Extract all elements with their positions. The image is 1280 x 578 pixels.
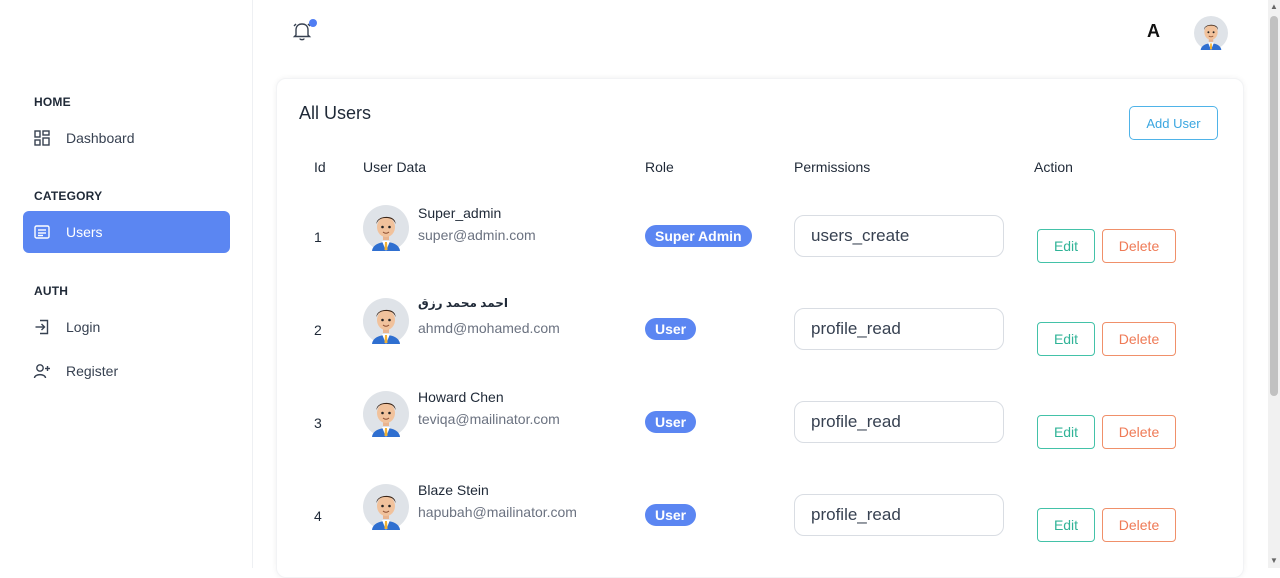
user-name: Blaze Stein (418, 482, 489, 498)
notification-dot (309, 19, 317, 27)
section-title-category: CATEGORY (34, 189, 103, 203)
sidebar-item-label: Users (66, 224, 103, 240)
user-email: teviqa@mailinator.com (418, 411, 560, 427)
page-title: All Users (299, 103, 372, 123)
avatar (363, 298, 409, 344)
sidebar-item-label: Dashboard (66, 130, 135, 146)
role-badge: User (645, 318, 697, 340)
header-role: Role (645, 159, 674, 175)
header-permissions: Permissions (794, 159, 871, 175)
avatar (363, 205, 409, 251)
sidebar-item-register[interactable]: Register (23, 350, 230, 392)
language-switch[interactable]: A (1147, 21, 1160, 42)
permission-field[interactable]: profile_read (794, 308, 1004, 350)
scroll-up-icon[interactable]: ▲ (1270, 3, 1278, 11)
table-row: 2 احمد محمد رزق ahmd@mohamed.com User pr… (277, 284, 1243, 376)
header-id: Id (314, 159, 326, 175)
role-badge: Super Admin (645, 225, 752, 247)
cell-id: 3 (314, 415, 322, 431)
header-action: Action (1034, 159, 1073, 175)
edit-button[interactable]: Edit (1037, 229, 1095, 263)
profile-avatar[interactable] (1194, 16, 1228, 50)
user-email: super@admin.com (418, 227, 536, 243)
table-row: 1 Super_admin super@admin.com Super Admi… (277, 191, 1243, 283)
scroll-down-icon[interactable]: ▼ (1270, 557, 1278, 565)
section-title-auth: AUTH (34, 284, 69, 298)
sidebar-item-label: Login (66, 319, 101, 335)
user-plus-icon (33, 362, 51, 380)
user-name: Super_admin (418, 205, 502, 221)
permission-field[interactable]: users_create (794, 215, 1004, 257)
users-card: All Users Add User Id User Data Role Per… (276, 78, 1244, 578)
cell-id: 2 (314, 322, 322, 338)
cell-id: 1 (314, 229, 322, 245)
permission-field[interactable]: profile_read (794, 494, 1004, 536)
sidebar-item-dashboard[interactable]: Dashboard (23, 117, 230, 159)
section-title-home: HOME (34, 95, 71, 109)
table-row: 4 Blaze Stein hapubah@mailinator.com Use… (277, 470, 1243, 562)
edit-button[interactable]: Edit (1037, 415, 1095, 449)
cell-id: 4 (314, 508, 322, 524)
sidebar-item-login[interactable]: Login (23, 306, 230, 348)
role-badge: User (645, 504, 697, 526)
role-badge: User (645, 411, 697, 433)
avatar (363, 484, 409, 530)
delete-button[interactable]: Delete (1102, 229, 1176, 263)
sidebar: HOME Dashboard CATEGORY Users AUTH Login (0, 0, 253, 568)
delete-button[interactable]: Delete (1102, 508, 1176, 542)
user-name: احمد محمد رزق (418, 296, 509, 310)
delete-button[interactable]: Delete (1102, 415, 1176, 449)
edit-button[interactable]: Edit (1037, 322, 1095, 356)
delete-button[interactable]: Delete (1102, 322, 1176, 356)
table-row: 3 Howard Chen teviqa@mailinator.com User… (277, 377, 1243, 469)
sidebar-item-users[interactable]: Users (23, 211, 230, 253)
edit-button[interactable]: Edit (1037, 508, 1095, 542)
scrollbar-thumb[interactable] (1270, 16, 1278, 396)
permission-field[interactable]: profile_read (794, 401, 1004, 443)
sidebar-item-label: Register (66, 363, 119, 379)
login-icon (33, 318, 51, 336)
user-email: ahmd@mohamed.com (418, 320, 560, 336)
avatar (363, 391, 409, 437)
dashboard-icon (33, 129, 51, 147)
header-user-data: User Data (363, 159, 427, 175)
user-email: hapubah@mailinator.com (418, 504, 577, 520)
user-name: Howard Chen (418, 389, 504, 405)
topbar: A (254, 0, 1268, 64)
page-scrollbar[interactable]: ▲ ▼ (1268, 0, 1280, 568)
add-user-button[interactable]: Add User (1129, 106, 1218, 140)
list-icon (33, 223, 51, 241)
